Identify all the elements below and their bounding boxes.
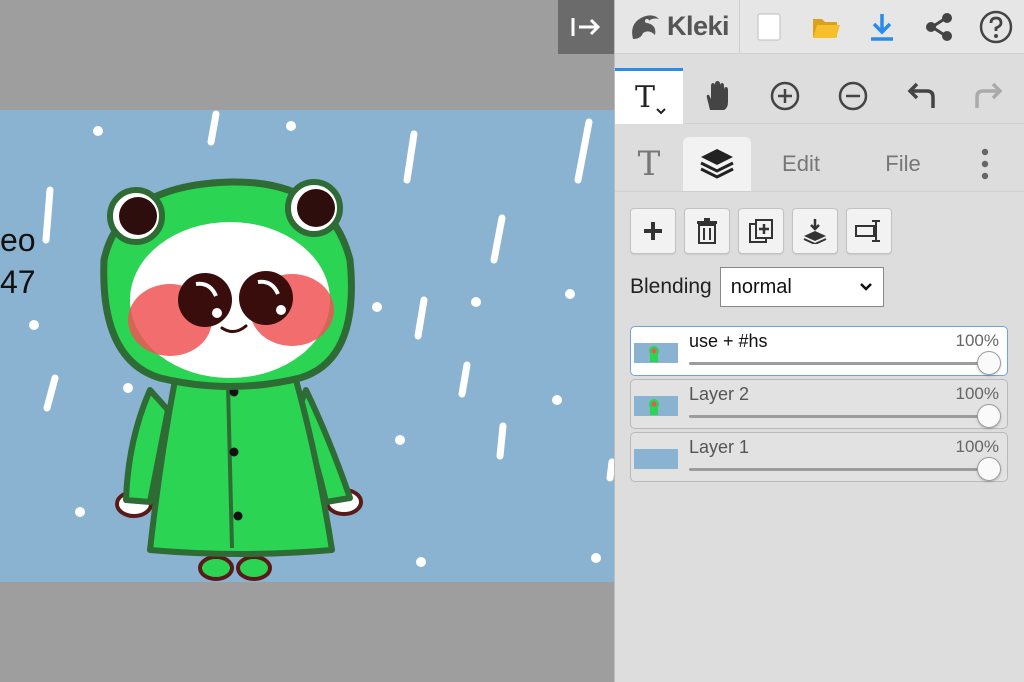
merge-down-button[interactable] bbox=[792, 208, 838, 254]
share-icon bbox=[925, 12, 952, 41]
opacity-slider-track[interactable] bbox=[689, 362, 989, 365]
hand-tool-button[interactable] bbox=[683, 68, 751, 124]
open-file-button[interactable] bbox=[797, 0, 854, 54]
share-button[interactable] bbox=[911, 0, 968, 54]
layer-opacity: 100% bbox=[955, 331, 999, 350]
layer-thumbnail bbox=[634, 343, 678, 363]
hand-icon bbox=[706, 80, 728, 110]
layer-item-layer-2[interactable]: Layer 2 100% bbox=[630, 379, 1008, 429]
top-bar: Kleki bbox=[615, 0, 1024, 54]
side-panel: Kleki T T Edit File Blending normal use … bbox=[614, 0, 1024, 682]
tab-brush-label: T bbox=[637, 144, 661, 184]
tab-file[interactable]: File bbox=[851, 137, 955, 191]
layer-name: Layer 1 bbox=[689, 437, 750, 457]
tool-row: T bbox=[615, 54, 1024, 124]
svg-text:T: T bbox=[635, 80, 655, 115]
layer-item-layer-1[interactable]: Layer 1 100% bbox=[630, 432, 1008, 482]
merge-down-icon bbox=[803, 219, 827, 244]
duplicate-layer-icon bbox=[749, 219, 773, 243]
delete-layer-button[interactable] bbox=[684, 208, 730, 254]
chevron-down-icon bbox=[859, 283, 872, 291]
opacity-slider-handle[interactable] bbox=[977, 457, 1001, 481]
duplicate-layer-button[interactable] bbox=[738, 208, 784, 254]
canvas-text-line-1: eo bbox=[0, 222, 36, 258]
opacity-slider-handle[interactable] bbox=[977, 404, 1001, 428]
layers-list: use + #hs 100% Layer 2 100% Layer 1 100% bbox=[615, 310, 1024, 482]
tab-edit[interactable]: Edit bbox=[751, 137, 851, 191]
frog-character bbox=[100, 178, 363, 581]
undo-icon bbox=[907, 82, 935, 108]
tab-brush[interactable]: T bbox=[615, 137, 683, 191]
text-tool-icon: T bbox=[635, 80, 666, 115]
text-tool-button[interactable]: T bbox=[615, 67, 683, 124]
layer-name: use + #hs bbox=[689, 331, 768, 351]
canvas-text-line-2: 47 bbox=[0, 264, 36, 300]
help-icon bbox=[979, 10, 1012, 43]
redo-icon bbox=[975, 82, 1003, 108]
redo-button[interactable] bbox=[955, 68, 1023, 124]
blending-value: normal bbox=[730, 275, 792, 298]
kleki-logo-icon bbox=[632, 14, 659, 39]
zoom-in-button[interactable] bbox=[751, 68, 819, 124]
layers-icon bbox=[700, 149, 734, 179]
help-button[interactable] bbox=[967, 0, 1024, 54]
add-layer-button[interactable] bbox=[630, 208, 676, 254]
layer-opacity: 100% bbox=[955, 384, 999, 403]
download-button[interactable] bbox=[854, 0, 911, 54]
drawing-canvas[interactable]: eo 47 bbox=[0, 110, 614, 582]
layer-thumbnail bbox=[634, 396, 678, 416]
rename-layer-button[interactable] bbox=[846, 208, 892, 254]
layer-name: Layer 2 bbox=[689, 384, 750, 404]
open-folder-icon bbox=[812, 18, 840, 38]
new-document-button[interactable] bbox=[740, 0, 797, 54]
tab-file-label: File bbox=[885, 151, 921, 176]
layer-item-use-hs[interactable]: use + #hs 100% bbox=[630, 326, 1008, 376]
canvas-workspace[interactable]: eo 47 bbox=[0, 0, 614, 682]
rename-layer-icon bbox=[855, 220, 880, 242]
collapse-arrow-icon bbox=[571, 18, 601, 36]
more-options-button[interactable] bbox=[955, 137, 1015, 191]
opacity-slider-track[interactable] bbox=[689, 468, 989, 471]
undo-button[interactable] bbox=[887, 68, 955, 124]
kleki-logo[interactable]: Kleki bbox=[615, 0, 741, 54]
blending-row: Blending normal bbox=[615, 254, 1024, 310]
logo-text: Kleki bbox=[667, 11, 730, 41]
add-layer-icon bbox=[644, 222, 662, 240]
zoom-in-icon bbox=[770, 81, 800, 110]
tab-layers[interactable] bbox=[683, 137, 751, 191]
panel-tabs: T Edit File bbox=[615, 124, 1024, 192]
blending-label: Blending bbox=[630, 275, 712, 298]
opacity-slider-track[interactable] bbox=[689, 415, 989, 418]
layer-opacity: 100% bbox=[955, 437, 999, 456]
opacity-slider-handle[interactable] bbox=[977, 351, 1001, 375]
download-icon bbox=[871, 13, 894, 41]
layer-thumbnail bbox=[634, 449, 678, 469]
layer-actions bbox=[615, 192, 1024, 254]
zoom-out-icon bbox=[838, 81, 868, 110]
new-document-icon bbox=[757, 13, 781, 40]
delete-layer-icon bbox=[697, 218, 717, 244]
zoom-out-button[interactable] bbox=[819, 68, 887, 124]
collapse-panel-button[interactable] bbox=[558, 0, 614, 54]
canvas-artwork bbox=[29, 110, 614, 581]
tab-edit-label: Edit bbox=[782, 151, 820, 176]
more-vertical-icon bbox=[981, 148, 989, 180]
blending-select[interactable]: normal bbox=[719, 267, 884, 307]
